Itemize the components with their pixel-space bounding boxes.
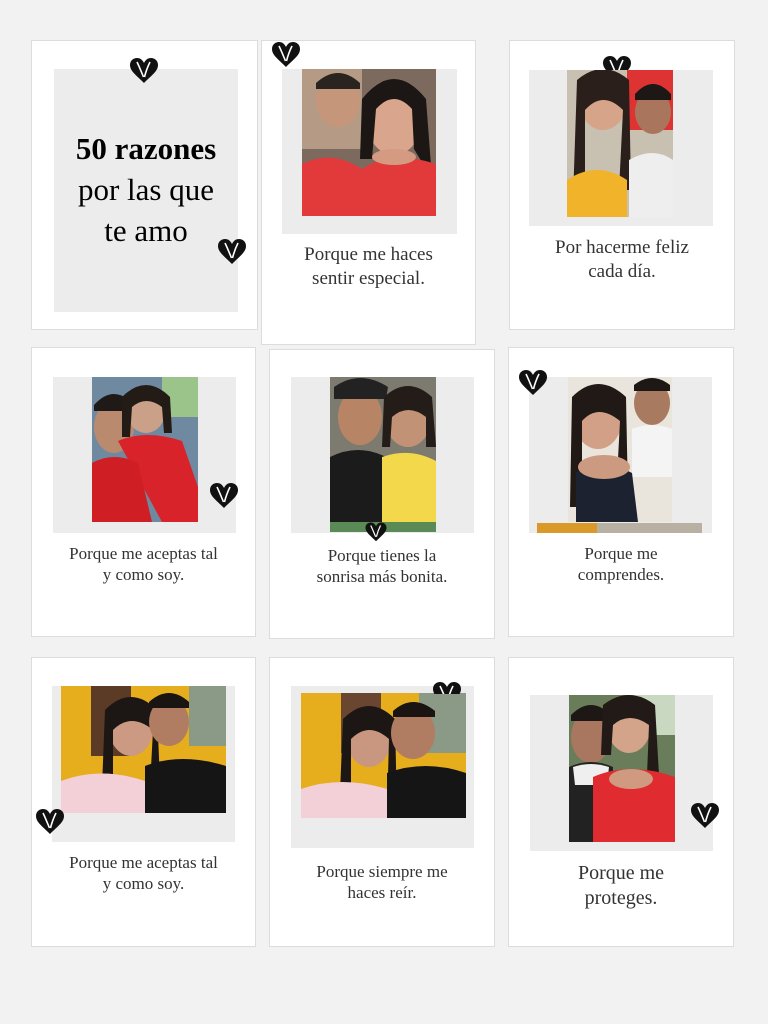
page-title: 50 razones por las que te amo xyxy=(75,131,217,248)
reason-caption: Porque siempre me haces reír. xyxy=(316,862,448,903)
title-frame: 50 razones por las que te amo xyxy=(54,69,238,312)
heart-icon xyxy=(517,368,549,396)
reason-card: Porque me comprendes. xyxy=(508,347,734,637)
couple-photo xyxy=(301,693,466,818)
reason-card: Porque siempre me haces reír. xyxy=(269,657,495,947)
reason-card: Porque me aceptas tal y como soy. xyxy=(31,657,256,947)
reason-caption: Porque me comprendes. xyxy=(577,544,665,585)
couple-photo xyxy=(569,695,675,842)
heart-icon xyxy=(34,807,66,835)
heart-icon xyxy=(364,521,388,542)
heart-icon xyxy=(216,237,248,265)
couple-photo xyxy=(330,377,436,532)
reason-card: Porque me aceptas tal y como soy. xyxy=(31,347,256,637)
couple-photo xyxy=(567,70,673,217)
reason-caption: Porque me proteges. xyxy=(577,862,665,909)
heart-icon xyxy=(689,801,721,829)
reason-caption: Porque tienes la sonrisa más bonita. xyxy=(316,546,448,587)
heart-icon xyxy=(128,56,160,84)
couple-photo xyxy=(302,69,436,216)
heart-icon xyxy=(431,680,463,694)
photo-strip xyxy=(537,523,702,533)
couple-photo xyxy=(61,686,226,813)
heart-icon xyxy=(208,481,240,509)
reason-caption: Por hacerme feliz cada día. xyxy=(555,237,689,282)
couple-photo xyxy=(568,377,672,522)
reason-card: Porque me haces sentir especial. xyxy=(261,40,476,345)
heart-icon xyxy=(270,40,302,68)
heart-icon xyxy=(601,54,633,70)
reason-caption: Porque me aceptas tal y como soy. xyxy=(69,544,218,585)
reason-card: Porque tienes la sonrisa más bonita. xyxy=(269,349,495,639)
couple-photo xyxy=(92,377,198,522)
title-card: 50 razones por las que te amo xyxy=(31,40,258,330)
reason-caption: Porque me haces sentir especial. xyxy=(304,244,433,289)
reason-card: Porque me proteges. xyxy=(508,657,734,947)
reason-caption: Porque me aceptas tal y como soy. xyxy=(69,853,218,894)
reason-card: Por hacerme feliz cada día. xyxy=(509,40,735,330)
